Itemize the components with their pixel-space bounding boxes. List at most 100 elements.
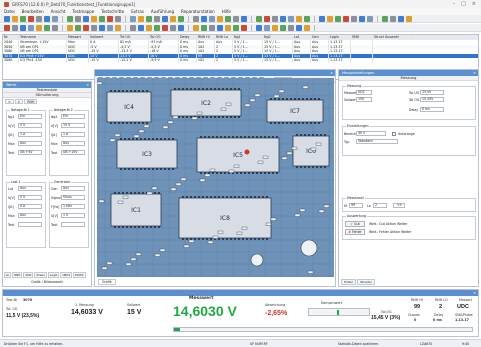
pcb-image[interactable]: IC4 IC2 IC7 IC3 IC5 IC6 IC1 IC8 xyxy=(97,78,334,277)
field-input[interactable]: Ein xyxy=(61,114,85,119)
toolbar-icon[interactable] xyxy=(398,15,404,22)
module-tab[interactable]: RNH xyxy=(12,272,23,278)
menu-ansicht[interactable]: Ansicht xyxy=(51,9,66,14)
toolbar-icon[interactable] xyxy=(138,15,144,22)
tolog-input[interactable]: 15,45V xyxy=(420,97,444,102)
tab-pruefer[interactable]: Prüfer xyxy=(341,278,357,285)
toolbar-icon[interactable] xyxy=(146,15,152,22)
toolbar-icon[interactable] xyxy=(130,15,136,22)
toolbar-icon[interactable] xyxy=(217,24,223,31)
toolbar-icon[interactable] xyxy=(406,15,412,22)
toolbar-icon[interactable] xyxy=(193,15,199,22)
toolbar-icon[interactable] xyxy=(75,24,81,31)
toolbar-icon[interactable] xyxy=(359,15,365,22)
toolbar-icon[interactable] xyxy=(83,24,89,31)
delay-input[interactable]: 0 ms xyxy=(420,107,444,112)
table-row[interactable]: 3080 IC5 Pin4 -15V UDC -15 V -12,2 V -9,9 V0 … xyxy=(3,58,478,63)
toolbar-icon[interactable] xyxy=(44,24,50,31)
maximize-button[interactable]: □ xyxy=(461,1,466,7)
toolbar-icon[interactable] xyxy=(241,15,247,22)
toolbar-icon[interactable] xyxy=(272,15,278,22)
toolbar-icon[interactable] xyxy=(75,15,81,22)
toolbar-icon[interactable] xyxy=(99,15,105,22)
toolbar-icon[interactable] xyxy=(319,15,325,22)
toolbar-icon[interactable] xyxy=(256,15,262,22)
toolbar-icon[interactable] xyxy=(327,15,333,22)
tab-rnh[interactable]: RNH xyxy=(24,99,38,104)
field-input[interactable]: 5 V xyxy=(18,123,42,128)
toolbar-icon[interactable] xyxy=(390,15,396,22)
toolbar-icon[interactable] xyxy=(280,24,286,31)
toolbar-icon[interactable] xyxy=(217,15,223,22)
menu-extras[interactable]: Extras xyxy=(131,9,144,14)
toolbar-icon[interactable] xyxy=(304,15,310,22)
close-icon[interactable]: × xyxy=(86,82,91,88)
toolbar-icon[interactable] xyxy=(382,15,388,22)
toolbar-icon[interactable] xyxy=(241,24,247,31)
toolbar-icon[interactable] xyxy=(12,24,18,31)
toolbar-icon[interactable] xyxy=(52,24,58,31)
field-input[interactable]: 1 A xyxy=(61,132,85,137)
field-input[interactable]: 0 A xyxy=(18,204,42,209)
menu-reparaturstation[interactable]: Reparaturstation xyxy=(181,9,215,14)
toolbar-icon[interactable] xyxy=(12,15,18,22)
toolbar-icon[interactable] xyxy=(225,24,231,31)
next-tab-button[interactable]: > xyxy=(14,99,24,104)
toolbar-icon[interactable] xyxy=(201,24,207,31)
toolbar-icon[interactable] xyxy=(4,24,10,31)
toolbar-icon[interactable] xyxy=(225,15,231,22)
toolbar-icon[interactable] xyxy=(178,15,184,22)
toolbar-icon[interactable] xyxy=(4,15,10,22)
field-input[interactable]: Sinus xyxy=(61,195,85,200)
toolbar-icon[interactable] xyxy=(36,15,42,22)
fehler-button[interactable]: ✘ Fehler xyxy=(345,229,365,235)
swap-button[interactable]: <> xyxy=(393,203,405,208)
toolbar-icon[interactable] xyxy=(170,15,176,22)
tolug-input[interactable]: 13,5V xyxy=(420,90,444,95)
module-tab[interactable]: Logik xyxy=(47,272,60,278)
toolbar-icon[interactable] xyxy=(288,15,294,22)
toolbar-icon[interactable] xyxy=(138,24,144,31)
toolbar-icon[interactable] xyxy=(99,24,105,31)
toolbar-icon[interactable] xyxy=(209,15,215,22)
close-icon[interactable]: × xyxy=(473,70,478,76)
toolbar-icon[interactable] xyxy=(209,24,215,31)
toolbar-icon[interactable] xyxy=(36,24,42,31)
toolbar-icon[interactable] xyxy=(264,15,270,22)
hi-select[interactable]: 99 xyxy=(349,203,363,208)
field-input[interactable]: UB +5V xyxy=(18,150,42,155)
toolbar-icon[interactable] xyxy=(28,15,34,22)
module-tab[interactable]: Lk xyxy=(4,272,12,278)
prev-tab-button[interactable]: < xyxy=(5,99,14,104)
tab-struktur[interactable]: Struktur xyxy=(357,278,376,285)
gut-button[interactable]: ✔ Gut xyxy=(345,221,365,227)
menu-testschritte[interactable]: Testschritte xyxy=(101,9,124,14)
toolbar-icon[interactable] xyxy=(91,24,97,31)
toolbar-icon[interactable] xyxy=(162,24,168,31)
toolbar-icon[interactable] xyxy=(193,24,199,31)
toolbar-icon[interactable] xyxy=(296,15,302,22)
module-tab[interactable]: POWC xyxy=(73,272,86,278)
toolbar-icon[interactable] xyxy=(335,15,341,22)
toolbar-icon[interactable] xyxy=(44,15,50,22)
close-button[interactable]: × xyxy=(472,1,476,7)
toolbar-icon[interactable] xyxy=(296,24,302,31)
toolbar-icon[interactable] xyxy=(280,15,286,22)
toolbar-icon[interactable] xyxy=(343,15,349,22)
menu-datei[interactable]: Datei xyxy=(4,9,15,14)
typ-select[interactable]: Standard xyxy=(356,139,398,144)
toolbar-icon[interactable] xyxy=(67,24,73,31)
toolbar-icon[interactable] xyxy=(52,15,58,22)
field-input[interactable]: 1 A xyxy=(18,132,42,137)
messart-select[interactable]: UDC xyxy=(356,90,372,95)
toolbar-icon[interactable] xyxy=(272,24,278,31)
toolbar-icon[interactable] xyxy=(264,24,270,31)
toolbar-icon[interactable] xyxy=(146,24,152,31)
close-icon[interactable]: × xyxy=(473,290,478,296)
toolbar-icon[interactable] xyxy=(154,24,160,31)
lo-select[interactable]: 2 xyxy=(373,203,387,208)
toolbar-icon[interactable] xyxy=(83,15,89,22)
toolbar-icon[interactable] xyxy=(162,15,168,22)
toolbar-icon[interactable] xyxy=(115,24,121,31)
toolbar-icon[interactable] xyxy=(256,24,262,31)
